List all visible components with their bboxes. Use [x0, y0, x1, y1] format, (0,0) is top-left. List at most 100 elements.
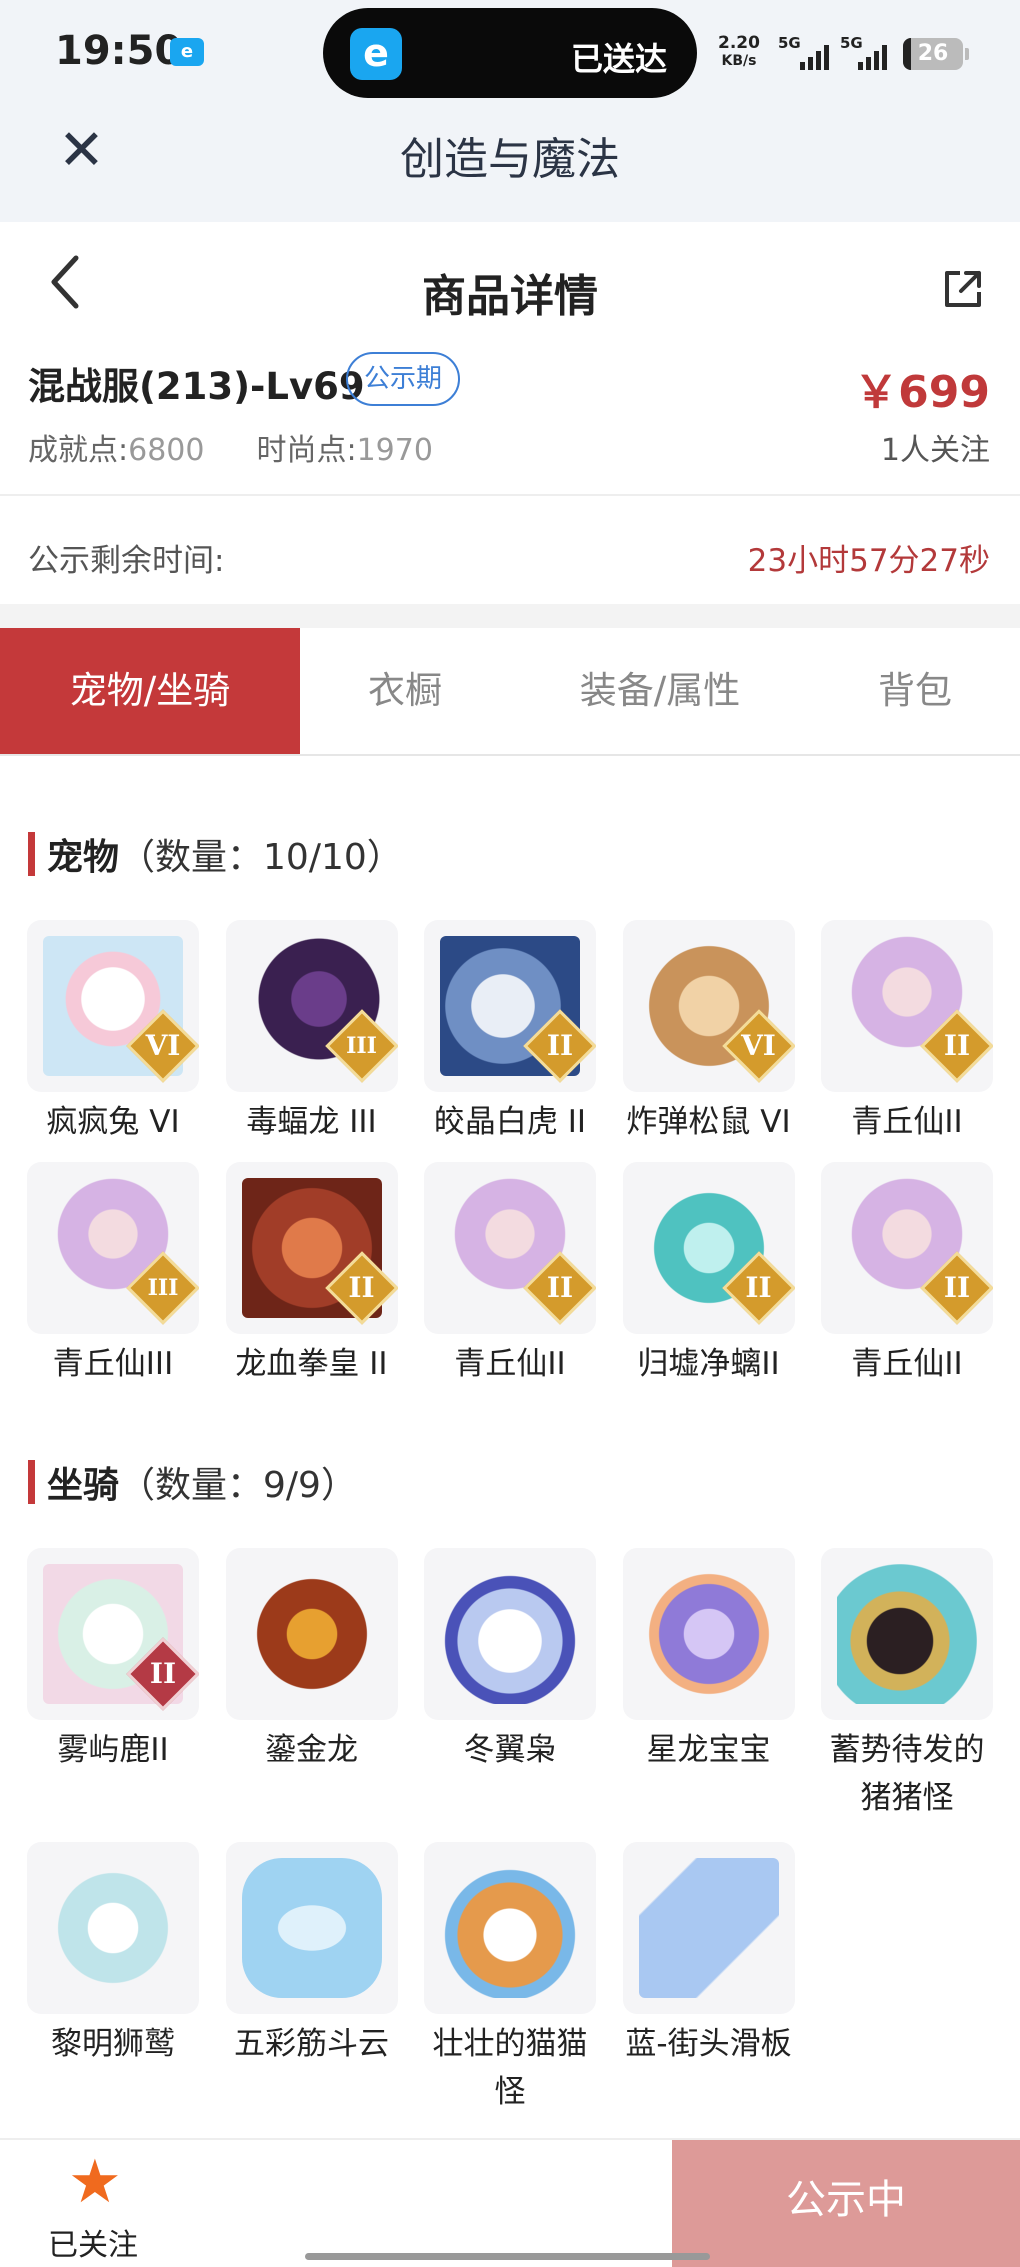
rank-badge: II — [149, 1657, 177, 1690]
pet-name: 青丘仙III — [52, 1346, 174, 1382]
star-icon[interactable]: ★ — [68, 2152, 122, 2212]
rabbit-icon: VI — [27, 920, 199, 1092]
signal-bars-2-icon — [858, 44, 887, 70]
page-title: 商品详情 — [422, 271, 598, 322]
share-icon[interactable] — [942, 268, 984, 310]
deer-icon: II — [27, 1548, 199, 1720]
rank-badge: II — [745, 1271, 772, 1304]
publicity-button[interactable]: 公示中 — [672, 2140, 1020, 2267]
pet-item[interactable]: II 青丘仙II — [821, 1162, 993, 1388]
mount-name: 壮壮的猫猫怪 — [432, 2026, 588, 2110]
skateboard-icon — [622, 1842, 795, 2014]
bottom-bar: ★ 已关注 公示中 — [0, 2138, 1020, 2267]
pets-section-title: 宠物 （数量：10/10） — [28, 828, 403, 880]
mount-name: 冬翼枭 — [463, 1732, 557, 1768]
pet-name: 归墟净螭II — [637, 1346, 780, 1382]
mounts-count: （数量：9/9） — [119, 1465, 357, 1506]
home-indicator[interactable] — [305, 2253, 710, 2260]
server-title: 混战服(213)-Lv69 — [28, 365, 365, 408]
pet-item[interactable]: III 青丘仙III — [27, 1162, 199, 1388]
rank-badge: VI — [145, 1029, 181, 1062]
pig-icon — [821, 1548, 993, 1720]
pet-item[interactable]: VI 炸弹松鼠 VI — [622, 920, 795, 1146]
tab-backpack[interactable]: 背包 — [810, 628, 1020, 754]
achievement-label: 成就点: — [28, 433, 129, 468]
status-badge: 公示期 — [346, 352, 461, 406]
rank-badge: VI — [741, 1029, 776, 1062]
fox-fairy-icon: II — [821, 920, 993, 1092]
pets-grid: VI 疯疯兔 VI III 毒蝠龙 III II 皎晶白虎 II VI 炸弹松鼠… — [27, 920, 993, 1388]
rank-badge: III — [346, 1033, 377, 1059]
fox-fairy-icon: III — [27, 1162, 199, 1334]
page-header: 商品详情 — [0, 222, 1020, 352]
pet-item[interactable]: II 归墟净螭II — [622, 1162, 795, 1388]
pet-name: 龙血拳皇 II — [235, 1346, 388, 1382]
status-bar: 19:50 e e 已送达 2.20 KB/s 5G 5G 26 — [0, 0, 1020, 105]
price: ￥699 — [854, 367, 990, 418]
dragon-icon: III — [225, 920, 398, 1092]
signal-bars-1-icon — [800, 44, 829, 70]
pet-name: 炸弹松鼠 VI — [626, 1104, 791, 1140]
fox-fairy-icon: II — [424, 1162, 596, 1334]
stats-line: 成就点:6800 时尚点:1970 — [28, 425, 433, 469]
pets-title: 宠物 — [47, 837, 120, 878]
rank-badge: II — [943, 1029, 971, 1062]
remaining-time-label: 公示剩余时间: — [28, 543, 225, 579]
ram-beast-icon: II — [225, 1162, 398, 1334]
section-spacer — [0, 604, 1020, 628]
signal-label-1: 5G — [778, 34, 801, 52]
griffin-icon — [27, 1842, 199, 2014]
mounts-title: 坐骑 — [47, 1465, 120, 1506]
mount-name: 五彩筋斗云 — [234, 2026, 389, 2062]
cat-icon — [424, 1842, 596, 2014]
island-status-text: 已送达 — [570, 40, 667, 78]
squirrel-icon: VI — [622, 920, 795, 1092]
mount-name: 黎明狮鹫 — [51, 2026, 175, 2062]
mount-name: 蓄势待发的猪猪怪 — [829, 1732, 985, 1816]
mount-item[interactable]: 壮壮的猫猫怪 — [424, 1842, 596, 2110]
follow-label[interactable]: 已关注 — [48, 2220, 138, 2264]
cloud-icon — [225, 1842, 398, 2014]
mount-item[interactable]: II 雾屿鹿II — [27, 1548, 199, 1842]
golden-dragon-icon — [225, 1548, 398, 1720]
mount-item[interactable]: 蓄势待发的猪猪怪 — [821, 1548, 993, 1842]
mount-item[interactable]: 蓝-街头滑板 — [622, 1842, 795, 2092]
mount-name: 雾屿鹿II — [57, 1732, 169, 1768]
remaining-time-value: 23小时57分27秒 — [747, 543, 990, 579]
pet-item[interactable]: II 皎晶白虎 II — [424, 920, 596, 1146]
pet-item[interactable]: II 龙血拳皇 II — [225, 1162, 398, 1388]
pet-name: 青丘仙II — [851, 1346, 963, 1382]
water-dragon-icon: II — [622, 1162, 795, 1334]
pet-item[interactable]: II 青丘仙II — [821, 920, 993, 1146]
notification-app-icon: e — [170, 38, 204, 66]
pet-name: 青丘仙II — [454, 1346, 566, 1382]
mount-item[interactable]: 五彩筋斗云 — [225, 1842, 398, 2092]
mount-item[interactable]: 鎏金龙 — [225, 1548, 398, 1842]
owl-icon — [424, 1548, 596, 1720]
tab-pets-mounts[interactable]: 宠物/坐骑 — [0, 628, 300, 754]
app-title: 创造与魔法 — [400, 134, 620, 185]
pet-item[interactable]: II 青丘仙II — [424, 1162, 596, 1388]
mounts-grid: II 雾屿鹿II 鎏金龙 冬翼枭 星龙宝宝 蓄势待发的猪猪怪 黎明狮鹫 五彩筋斗… — [27, 1548, 993, 2110]
mount-item[interactable]: 黎明狮鹫 — [27, 1842, 199, 2092]
mount-item[interactable]: 冬翼枭 — [424, 1548, 596, 1842]
rank-badge: II — [546, 1029, 574, 1062]
pet-item[interactable]: VI 疯疯兔 VI — [27, 920, 199, 1146]
mount-item[interactable]: 星龙宝宝 — [622, 1548, 795, 1842]
tiger-icon: II — [424, 920, 596, 1092]
pet-item[interactable]: III 毒蝠龙 III — [225, 920, 398, 1146]
section-accent-bar — [28, 1460, 35, 1504]
tab-equipment-attributes[interactable]: 装备/属性 — [510, 628, 810, 754]
dynamic-island[interactable]: e 已送达 — [323, 8, 697, 98]
network-speed-unit: KB/s — [721, 53, 757, 69]
tab-wardrobe[interactable]: 衣橱 — [300, 628, 510, 754]
network-speed-value: 2.20 — [718, 33, 760, 53]
network-speed: 2.20 KB/s — [718, 34, 760, 70]
achievement-value: 6800 — [128, 433, 205, 468]
pets-count: （数量：10/10） — [119, 837, 403, 878]
mount-name: 鎏金龙 — [265, 1732, 358, 1768]
baby-dragon-icon — [622, 1548, 795, 1720]
delivery-app-icon: e — [350, 28, 402, 80]
divider — [0, 494, 1020, 496]
rank-badge: II — [546, 1271, 574, 1304]
